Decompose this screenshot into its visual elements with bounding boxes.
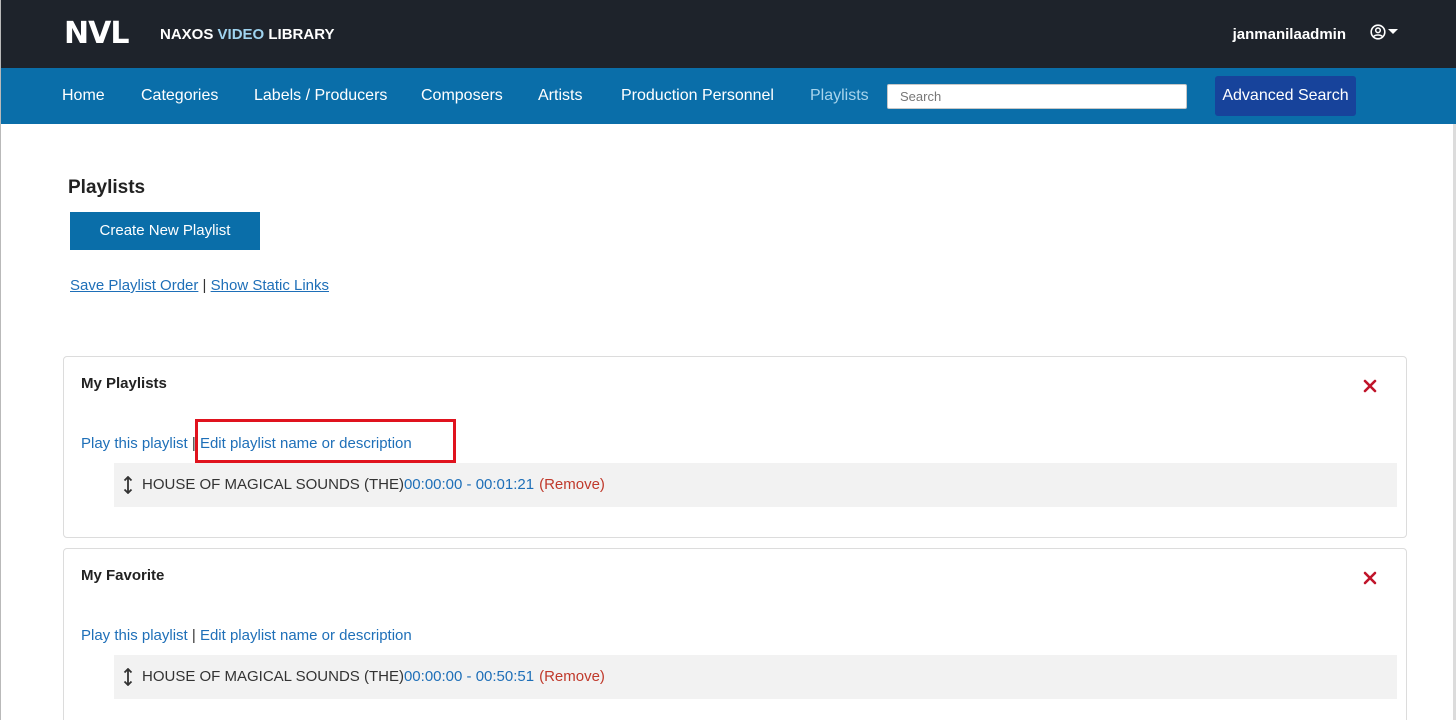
- remove-track-link[interactable]: (Remove): [539, 476, 605, 494]
- playlist-name: My Favorite: [81, 567, 165, 584]
- nav-labels-producers[interactable]: Labels / Producers: [254, 87, 387, 105]
- playlist-track[interactable]: HOUSE OF MAGICAL SOUNDS (THE) 00:00:00 - …: [114, 463, 1397, 507]
- remove-track-link[interactable]: (Remove): [539, 668, 605, 686]
- playlist-card: My Playlists Play this playlist | Edit p…: [63, 356, 1407, 538]
- chevron-down-icon: [1388, 29, 1398, 34]
- playlist-name: My Playlists: [81, 375, 167, 392]
- playlist-track[interactable]: HOUSE OF MAGICAL SOUNDS (THE) 00:00:00 - …: [114, 655, 1397, 699]
- top-header: NVL NAXOS VIDEO LIBRARY janmanilaadmin: [1, 0, 1456, 68]
- track-title: HOUSE OF MAGICAL SOUNDS (THE): [142, 668, 404, 685]
- brand-highlight: VIDEO: [217, 26, 265, 43]
- nav-playlists[interactable]: Playlists: [810, 87, 869, 105]
- app-window: NVL NAXOS VIDEO LIBRARY janmanilaadmin H…: [0, 0, 1456, 720]
- drag-handle-icon[interactable]: [122, 476, 134, 494]
- action-separator: |: [187, 627, 200, 644]
- user-menu-toggle[interactable]: [1370, 24, 1398, 40]
- nav-home[interactable]: Home: [62, 87, 105, 105]
- play-playlist-link[interactable]: Play this playlist: [81, 627, 188, 644]
- link-separator: |: [198, 277, 211, 294]
- site-brand[interactable]: NAXOS VIDEO LIBRARY: [160, 26, 334, 44]
- playlist-actions: Play this playlist | Edit playlist name …: [81, 435, 412, 453]
- user-circle-icon: [1370, 24, 1386, 40]
- edit-playlist-link[interactable]: Edit playlist name or description: [200, 627, 412, 644]
- nav-production-personnel[interactable]: Production Personnel: [621, 87, 774, 105]
- show-static-links-link[interactable]: Show Static Links: [211, 277, 329, 294]
- nvl-logo[interactable]: NVL: [64, 16, 129, 51]
- playlist-card: My Favorite Play this playlist | Edit pl…: [63, 548, 1407, 720]
- nav-composers[interactable]: Composers: [421, 87, 503, 105]
- username: janmanilaadmin: [1232, 26, 1346, 43]
- edit-playlist-link[interactable]: Edit playlist name or description: [200, 435, 412, 452]
- delete-playlist-icon[interactable]: [1363, 571, 1377, 585]
- page-title: Playlists: [68, 177, 146, 198]
- track-title: HOUSE OF MAGICAL SOUNDS (THE): [142, 476, 404, 493]
- advanced-search-button[interactable]: Advanced Search: [1215, 76, 1356, 116]
- action-separator: |: [187, 435, 200, 452]
- nav-artists[interactable]: Artists: [538, 87, 582, 105]
- track-time-link[interactable]: 00:00:00 - 00:50:51: [404, 668, 534, 686]
- brand-part-2: LIBRARY: [264, 26, 335, 43]
- brand-part-1: NAXOS: [160, 26, 218, 43]
- main-nav: Home Categories Labels / Producers Compo…: [1, 68, 1456, 124]
- delete-playlist-icon[interactable]: [1363, 379, 1377, 393]
- search-input[interactable]: [887, 84, 1187, 109]
- nav-categories[interactable]: Categories: [141, 87, 218, 105]
- logo-text: NVL: [64, 16, 129, 51]
- create-new-playlist-button[interactable]: Create New Playlist: [70, 212, 260, 250]
- save-playlist-order-link[interactable]: Save Playlist Order: [70, 277, 198, 294]
- track-time-link[interactable]: 00:00:00 - 00:01:21: [404, 476, 534, 494]
- playlist-links-row: Save Playlist Order | Show Static Links: [70, 277, 329, 295]
- play-playlist-link[interactable]: Play this playlist: [81, 435, 188, 452]
- drag-handle-icon[interactable]: [122, 668, 134, 686]
- playlist-actions: Play this playlist | Edit playlist name …: [81, 627, 412, 645]
